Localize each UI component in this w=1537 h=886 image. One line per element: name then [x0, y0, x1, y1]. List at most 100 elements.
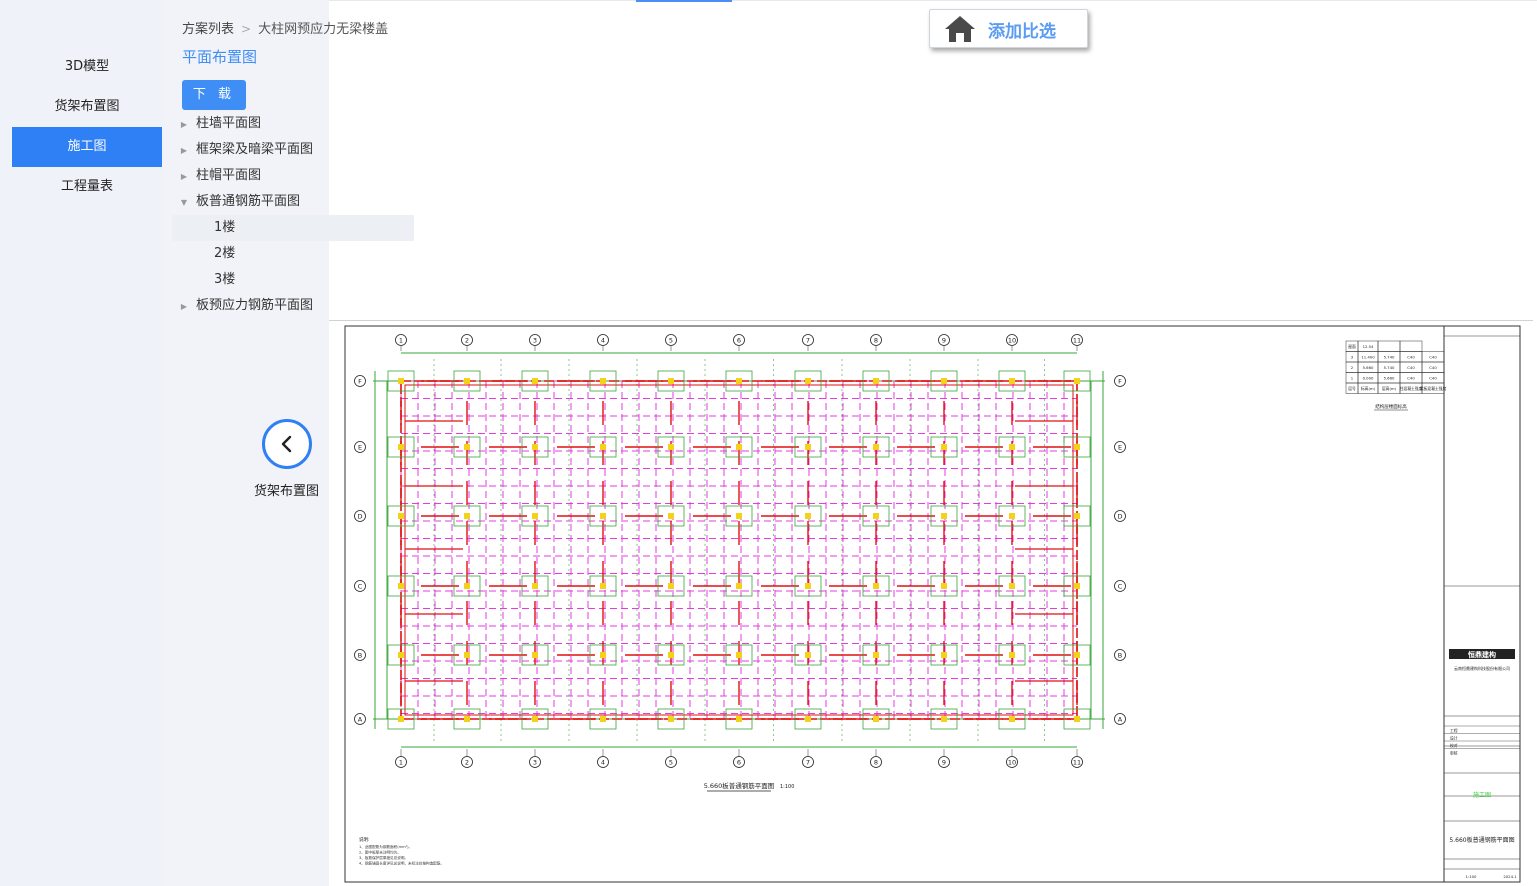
add-compare-button[interactable]: 添加比选 — [929, 9, 1088, 48]
home-icon — [945, 16, 975, 42]
axis-label: 6 — [737, 337, 741, 345]
table-cell — [1399, 340, 1423, 352]
axis-label: 11 — [1073, 337, 1081, 345]
column — [464, 378, 470, 384]
tree-item-prestress-rebar[interactable]: ▶ 板预应力钢筋平面图 — [172, 293, 414, 319]
column — [873, 513, 879, 519]
column — [941, 444, 947, 450]
breadcrumb-root[interactable]: 方案列表 — [182, 22, 234, 37]
table-text: 1 — [1351, 376, 1354, 381]
table-text: 0.000 — [1363, 376, 1374, 381]
nav-item-quantity-table[interactable]: 工程量表 — [12, 167, 162, 207]
caret-right-icon: ▶ — [180, 146, 188, 155]
column — [398, 513, 404, 519]
table-text: 5.740 — [1384, 355, 1395, 360]
axis-label: 4 — [601, 337, 605, 345]
table-text: C40 — [1429, 365, 1437, 370]
column — [1009, 513, 1015, 519]
column — [805, 652, 811, 658]
column — [736, 652, 742, 658]
drawing-date: 2024.1 — [1503, 874, 1517, 879]
table-text: C40 — [1407, 376, 1415, 381]
plan-title: 5.660板普通钢筋平面图 — [704, 781, 775, 790]
tree-item-floor-2[interactable]: 2楼 — [172, 241, 414, 267]
axis-label: 7 — [806, 337, 810, 345]
table-text: C40 — [1407, 355, 1415, 360]
collapse-button[interactable] — [262, 419, 312, 469]
column — [941, 583, 947, 589]
nav-item-construction-drawing[interactable]: 施工图 — [12, 127, 162, 167]
drawing-name: 5.660板普通钢筋平面图 — [1449, 836, 1514, 844]
drawing-viewer[interactable]: 1 1 2 2 3 3 4 4 5 5 6 6 7 7 8 8 9 9 10 10 11 11 F F E E D D C C B B A A 5.… — [329, 320, 1533, 886]
note-line: 3、板筋保护层厚度见总说明。 — [359, 855, 408, 860]
column — [600, 378, 606, 384]
company-logo-text: 恒鼎建构 — [1467, 650, 1496, 659]
left-nav: 3D模型 货架布置图 施工图 工程量表 — [0, 0, 170, 886]
caret-right-icon: ▶ — [180, 302, 188, 311]
table-text: 5.660 — [1363, 365, 1374, 370]
column — [668, 444, 674, 450]
table-text: 11.400 — [1361, 355, 1375, 360]
axis-label: 4 — [601, 759, 605, 767]
axis-label: F — [1118, 378, 1122, 386]
note-line: 4、钢筋锚固长度详见总说明，未标注处按构造配筋。 — [359, 861, 444, 866]
column — [805, 444, 811, 450]
tree-item-column-cap[interactable]: ▶ 柱帽平面图 — [172, 163, 414, 189]
plan-scale: 1:100 — [780, 784, 794, 790]
tree-item-slab-rebar[interactable]: ▼ 板普通钢筋平面图 — [172, 189, 414, 215]
tree-item-frame-beam[interactable]: ▶ 框架梁及暗梁平面图 — [172, 137, 414, 163]
nav-item-3d-model[interactable]: 3D模型 — [12, 47, 162, 87]
column — [398, 716, 404, 722]
table-text: 5.660 — [1384, 376, 1395, 381]
column — [1074, 378, 1080, 384]
column — [668, 652, 674, 658]
table-text: 12.54 — [1363, 344, 1374, 349]
download-button[interactable]: 下 载 — [182, 80, 246, 110]
axis-label: C — [1118, 583, 1123, 591]
caret-right-icon: ▶ — [180, 172, 188, 181]
column — [600, 513, 606, 519]
column — [1009, 378, 1015, 384]
column — [532, 513, 538, 519]
page-title: 平面布置图 — [182, 48, 258, 66]
tree-item-floor-1[interactable]: 1楼 — [172, 215, 414, 241]
column — [873, 378, 879, 384]
table-text: C40 — [1429, 376, 1437, 381]
table-text: 梁板混凝土强度 — [1420, 386, 1447, 391]
tree-item-floor-3[interactable]: 3楼 — [172, 267, 414, 293]
axis-label: 8 — [874, 759, 878, 767]
drawing-frame — [344, 325, 1521, 883]
column — [600, 716, 606, 722]
table-title: 结构层楼面标高 — [1375, 403, 1407, 410]
column — [464, 444, 470, 450]
axis-label: 9 — [942, 337, 946, 345]
top-scroll-indicator — [636, 0, 732, 2]
notes-title: 说明: — [359, 836, 370, 843]
axis-label: F — [358, 378, 362, 386]
axis-label: 1 — [399, 759, 403, 767]
column — [736, 378, 742, 384]
column — [736, 444, 742, 450]
title-row-label: 审核 — [1450, 751, 1458, 756]
column — [1009, 716, 1015, 722]
column — [464, 513, 470, 519]
nav-item-shelf-layout[interactable]: 货架布置图 — [12, 87, 162, 127]
title-row-label: 工程 — [1450, 728, 1458, 733]
column — [873, 716, 879, 722]
company-name: 云南恒鼎建构科技股份有限公司 — [1454, 665, 1510, 671]
drawing-scale: 1:100 — [1466, 874, 1478, 879]
tree-item-column-wall[interactable]: ▶ 柱墙平面图 — [172, 111, 414, 137]
column — [668, 378, 674, 384]
column — [464, 716, 470, 722]
column — [1009, 652, 1015, 658]
title-row-label: 校对 — [1450, 743, 1458, 748]
column — [398, 444, 404, 450]
column — [1074, 716, 1080, 722]
column — [398, 652, 404, 658]
column — [1009, 583, 1015, 589]
axis-label: 10 — [1008, 337, 1016, 345]
axis-label: 2 — [465, 337, 469, 345]
column — [1009, 444, 1015, 450]
axis-label: A — [358, 716, 363, 724]
collapse-label: 货架布置图 — [254, 484, 320, 499]
